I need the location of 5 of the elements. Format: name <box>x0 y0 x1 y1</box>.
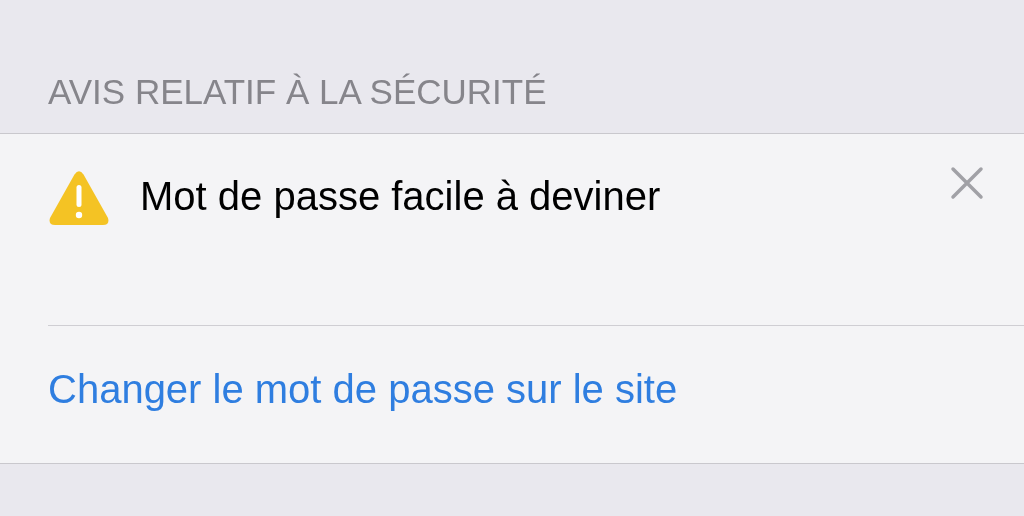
section-header: AVIS RELATIF À LA SÉCURITÉ <box>48 74 547 109</box>
change-password-link[interactable]: Changer le mot de passe sur le site <box>48 358 678 419</box>
warning-icon <box>48 170 110 226</box>
warning-title: Mot de passe facile à deviner <box>140 173 661 220</box>
close-button[interactable] <box>950 166 984 200</box>
